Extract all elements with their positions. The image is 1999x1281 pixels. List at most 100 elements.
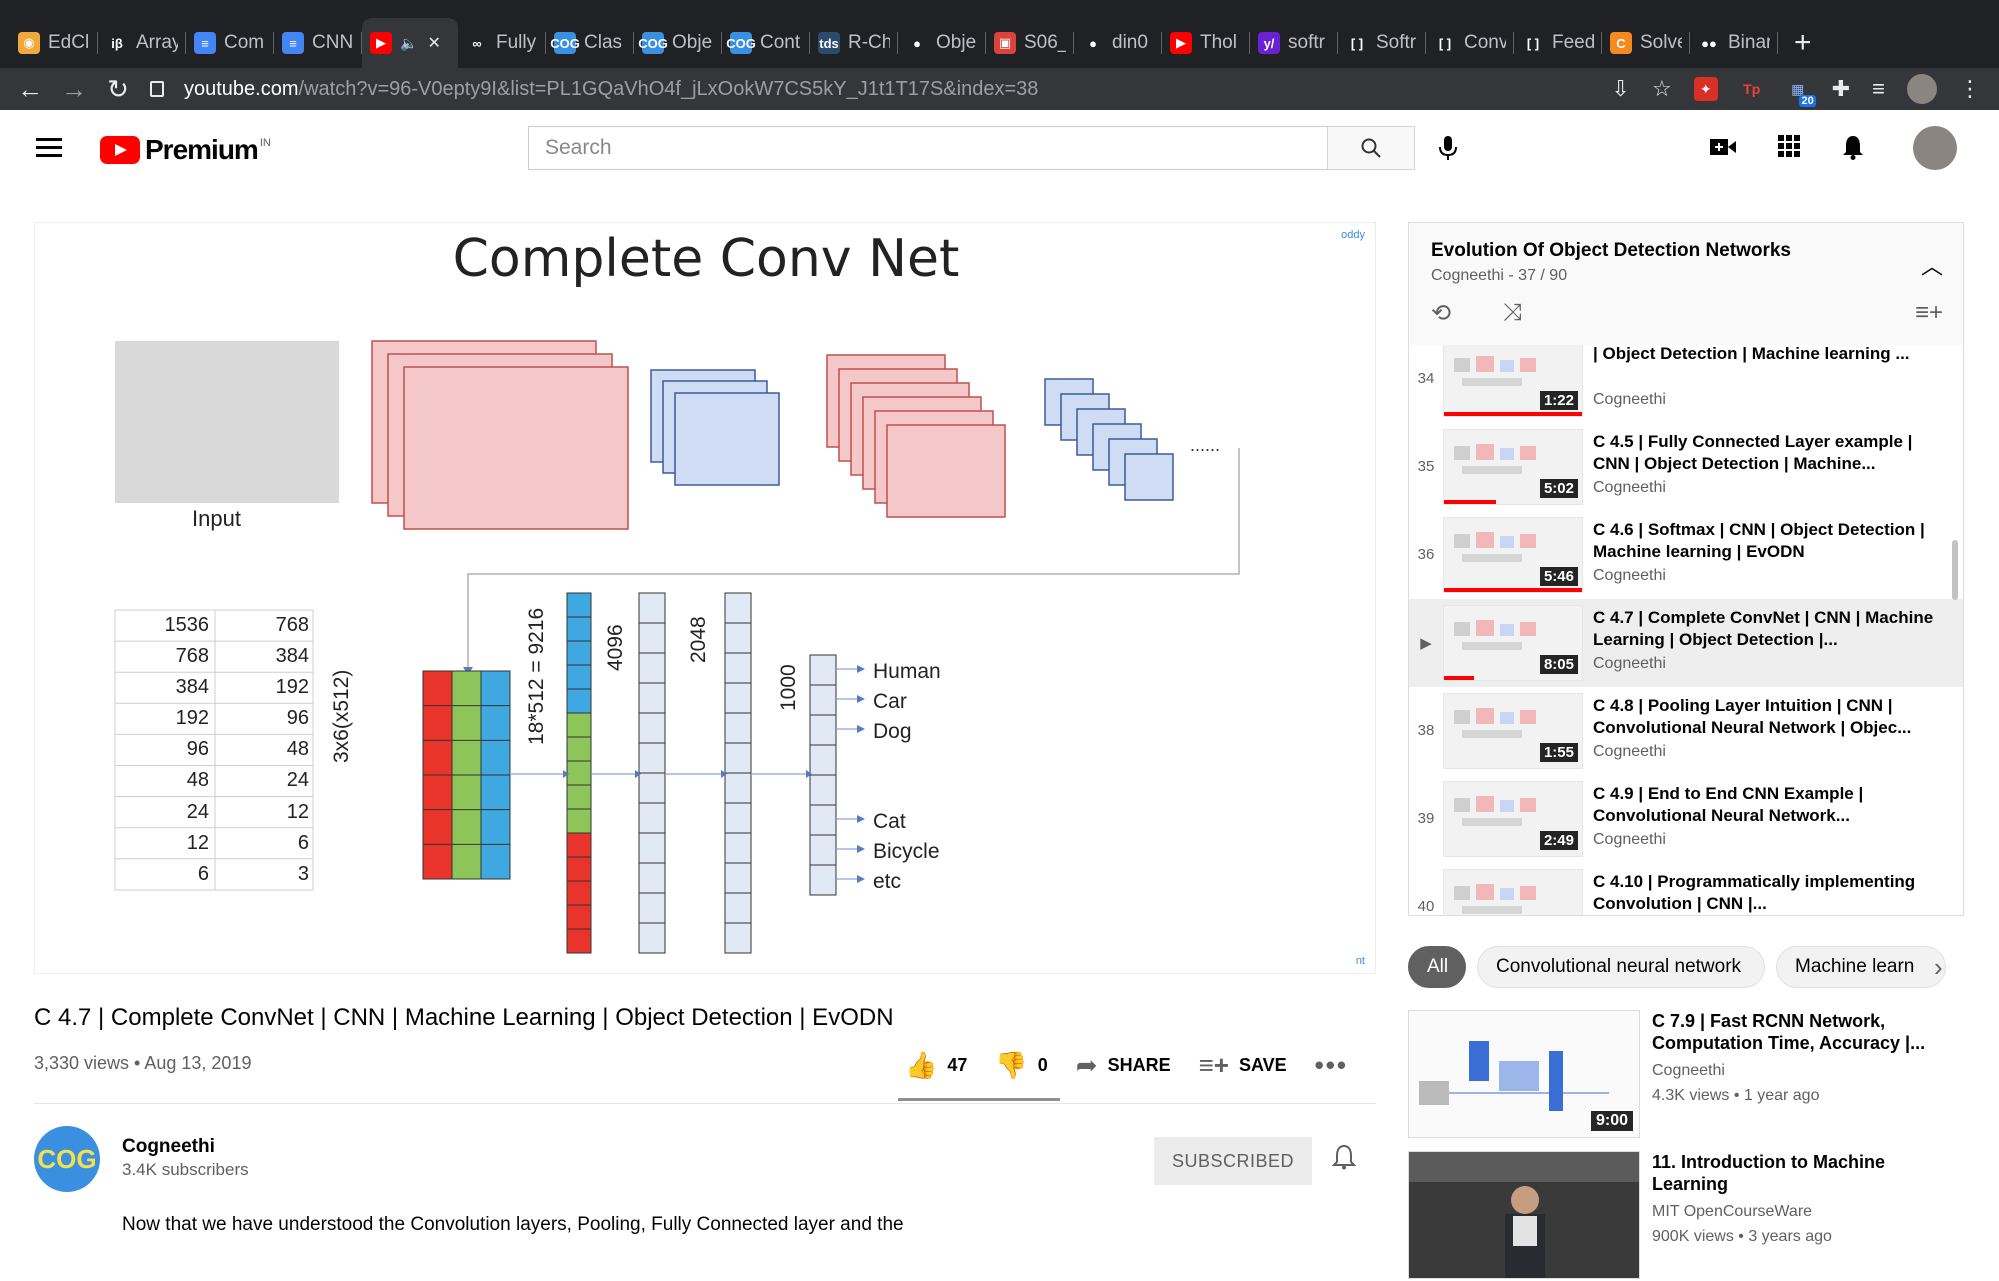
playlist-item[interactable]: 35 5:02 C 4.5 | Fully Connected Layer exam… bbox=[1409, 423, 1963, 511]
collapse-chevron-icon[interactable]: ︿ bbox=[1921, 249, 1943, 281]
puzzle-icon[interactable]: ✚ bbox=[1832, 76, 1850, 102]
notification-bell-icon[interactable] bbox=[1331, 1144, 1357, 1177]
browser-tab[interactable]: ≡ CNN bbox=[274, 18, 362, 68]
browser-tab[interactable]: ● Obje bbox=[898, 18, 986, 68]
subscribed-button[interactable]: SUBSCRIBED bbox=[1154, 1137, 1312, 1185]
recommended-duration: 9:00 bbox=[1590, 1111, 1633, 1131]
install-icon[interactable]: ⇩ bbox=[1612, 76, 1630, 102]
channel-name[interactable]: Cogneethi bbox=[122, 1136, 215, 1158]
recommended-thumbnail[interactable] bbox=[1408, 1151, 1640, 1279]
playlist-item-thumbnail[interactable]: 8:05 bbox=[1443, 605, 1583, 681]
playlist-item[interactable]: 34 1:22 | Object Detection | Machine learn… bbox=[1409, 345, 1963, 423]
playlist-item[interactable]: 40 4:11C 4.10 | Programmatically implemen… bbox=[1409, 863, 1963, 915]
playlist-scrollbar[interactable] bbox=[1952, 540, 1958, 600]
dislike-button[interactable]: 👎 0 bbox=[995, 1050, 1047, 1081]
recommended-video[interactable]: 11. Introduction to Machine Learning MIT … bbox=[1408, 1151, 1964, 1281]
playlist-item[interactable]: 38 1:55 C 4.8 | Pooling Layer Intuition | … bbox=[1409, 687, 1963, 775]
playlist-item-thumbnail[interactable]: 1:22 bbox=[1443, 345, 1583, 417]
size-cell: 192 bbox=[275, 676, 309, 699]
browser-tab[interactable]: ≡ Com bbox=[186, 18, 274, 68]
back-icon[interactable]: ← bbox=[8, 74, 52, 105]
notifications-bell-icon[interactable] bbox=[1841, 134, 1865, 167]
browser-tab[interactable]: iβ Array bbox=[98, 18, 186, 68]
chrome-menu-icon[interactable]: ⋮ bbox=[1959, 76, 1981, 102]
browser-tab[interactable]: [ ] Conv bbox=[1426, 18, 1514, 68]
browser-tab[interactable]: ▶ 🔈 ✕ bbox=[362, 18, 458, 68]
share-button[interactable]: ➦ SHARE bbox=[1076, 1050, 1171, 1081]
output-class-label: Human bbox=[873, 660, 941, 683]
video-player[interactable]: Complete Conv Net oddy nt Input ...... 1… bbox=[34, 222, 1376, 974]
recommended-meta: 900K views • 3 years ago bbox=[1652, 1228, 1832, 1245]
divider bbox=[34, 1103, 1376, 1104]
size-table-row: 24 12 bbox=[115, 797, 313, 828]
more-actions-icon[interactable]: ••• bbox=[1315, 1050, 1358, 1081]
playlist-item-index: 35 bbox=[1417, 458, 1435, 475]
browser-tab[interactable]: ▶ Thol bbox=[1162, 18, 1250, 68]
apps-grid-icon[interactable] bbox=[1777, 134, 1801, 165]
microphone-icon[interactable] bbox=[1438, 134, 1458, 169]
playlist-item-index: ▶ bbox=[1420, 635, 1432, 652]
playlist-add-icon[interactable]: ≡+ bbox=[1915, 299, 1943, 327]
filter-chip[interactable]: Convolutional neural network bbox=[1477, 946, 1765, 988]
tab-close-icon[interactable]: ✕ bbox=[427, 33, 440, 53]
recommended-channel[interactable]: Cogneethi bbox=[1652, 1058, 1725, 1083]
recommended-video[interactable]: 9:00 C 7.9 | Fast RCNN Network, Computati… bbox=[1408, 1010, 1964, 1140]
browser-tab[interactable]: [ ] Softr bbox=[1338, 18, 1426, 68]
browser-tab[interactable]: y/softr bbox=[1250, 18, 1338, 68]
browser-tab[interactable]: COG Cont bbox=[722, 18, 810, 68]
filter-chip[interactable]: All bbox=[1408, 946, 1466, 988]
browser-tab[interactable]: C Solve bbox=[1602, 18, 1690, 68]
playlist-item-thumbnail[interactable]: 5:46 bbox=[1443, 517, 1583, 593]
recommended-channel[interactable]: MIT OpenCourseWare bbox=[1652, 1199, 1812, 1224]
playlist-item-title: C 4.10 | Programmatically implementing C… bbox=[1593, 872, 1916, 913]
playlist-item-title: C 4.7 | Complete ConvNet | CNN | Machine… bbox=[1593, 608, 1934, 649]
menu-icon[interactable] bbox=[36, 138, 62, 162]
filter-chip[interactable]: Machine learn bbox=[1776, 946, 1946, 988]
address-bar[interactable]: youtube.com/watch?v=96-V0epty9I&list=PL1… bbox=[150, 68, 1038, 110]
playlist-item[interactable]: 39 2:49 C 4.9 | End to End CNN Example | C… bbox=[1409, 775, 1963, 863]
playlist-title[interactable]: Evolution Of Object Detection Networks bbox=[1431, 240, 1791, 262]
save-button[interactable]: ≡+ SAVE bbox=[1199, 1050, 1287, 1081]
search-button[interactable] bbox=[1327, 126, 1415, 170]
browser-tab[interactable]: ●● Binar bbox=[1690, 18, 1778, 68]
video-description: Now that we have understood the Convolut… bbox=[122, 1214, 904, 1235]
new-tab-icon[interactable]: + bbox=[1794, 18, 1812, 68]
browser-tab[interactable]: ◉ EdCl bbox=[10, 18, 98, 68]
playlist-item[interactable]: ▶ 8:05 C 4.7 | Complete ConvNet | CNN | Ma… bbox=[1409, 599, 1963, 687]
browser-tab[interactable]: tds R-Ch bbox=[810, 18, 898, 68]
playlist-item-thumbnail[interactable]: 1:55 bbox=[1443, 693, 1583, 769]
video-title: C 4.7 | Complete ConvNet | CNN | Machine… bbox=[34, 1004, 894, 1031]
shuffle-icon[interactable]: ⤨ bbox=[1503, 299, 1522, 327]
playlist-item-thumbnail[interactable]: 5:02 bbox=[1443, 429, 1583, 505]
extension-badge-icon[interactable]: ▦ 20 bbox=[1786, 77, 1816, 107]
like-button[interactable]: 👍 47 bbox=[905, 1050, 967, 1081]
playlist-item[interactable]: 36 5:46 C 4.6 | Softmax | CNN | Object Det… bbox=[1409, 511, 1963, 599]
loop-icon[interactable]: ⟲ bbox=[1431, 299, 1451, 328]
user-avatar[interactable] bbox=[1913, 126, 1957, 170]
extension-wand-icon[interactable]: ✦ bbox=[1693, 77, 1718, 101]
extension-tp-icon[interactable]: Tp bbox=[1740, 77, 1764, 101]
watch-progress-bar bbox=[1444, 676, 1475, 680]
tab-favicon-icon: ◉ bbox=[18, 32, 40, 54]
playlist-item-thumbnail[interactable]: 4:11 bbox=[1443, 869, 1583, 915]
country-code: IN bbox=[259, 137, 271, 149]
browser-tab[interactable]: ▣ S06_ bbox=[986, 18, 1074, 68]
tab-audio-icon[interactable]: 🔈 bbox=[400, 35, 417, 52]
browser-tab[interactable]: COG Obje bbox=[634, 18, 722, 68]
profile-avatar[interactable] bbox=[1907, 74, 1937, 104]
channel-avatar[interactable]: COG bbox=[34, 1126, 100, 1192]
browser-tab[interactable]: ● din0 bbox=[1074, 18, 1162, 68]
bookmark-star-icon[interactable]: ☆ bbox=[1652, 76, 1672, 102]
reload-icon[interactable]: ↻ bbox=[96, 74, 140, 105]
forward-icon[interactable]: → bbox=[52, 74, 96, 105]
browser-tab[interactable]: [ ] Feed bbox=[1514, 18, 1602, 68]
playlist-item-thumbnail[interactable]: 2:49 bbox=[1443, 781, 1583, 857]
chevron-right-icon[interactable]: › bbox=[1934, 952, 1943, 983]
browser-tab[interactable]: ∞ Fully bbox=[458, 18, 546, 68]
create-video-icon[interactable] bbox=[1709, 134, 1737, 165]
browser-tab[interactable]: COG Clas bbox=[546, 18, 634, 68]
youtube-logo[interactable]: Premium IN bbox=[100, 134, 271, 166]
recommended-thumbnail[interactable]: 9:00 bbox=[1408, 1010, 1640, 1138]
reading-list-icon[interactable]: ≡ bbox=[1872, 76, 1885, 102]
search-input[interactable]: Search bbox=[528, 126, 1328, 170]
